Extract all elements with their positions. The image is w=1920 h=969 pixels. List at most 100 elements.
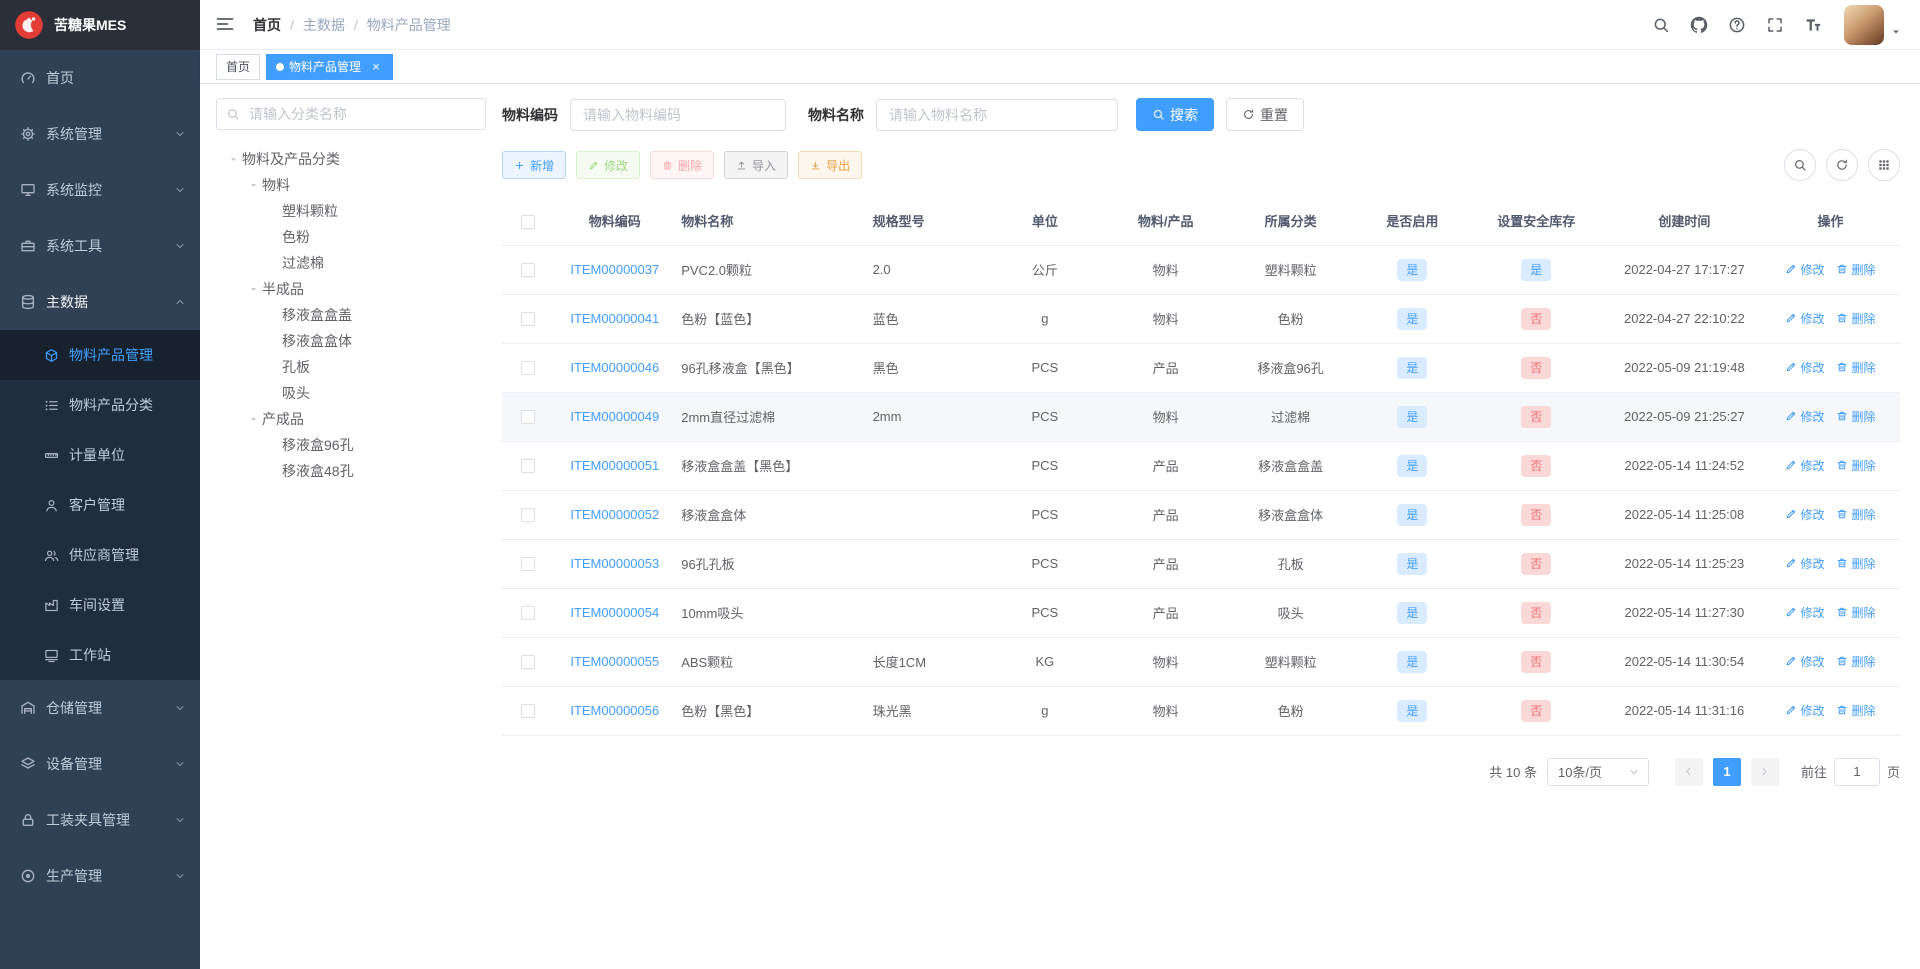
table-row[interactable]: ITEM00000053 96孔孔板 PCS 产品 孔板 是 否 2022-05-14 11:…: [502, 539, 1900, 589]
material-name-input[interactable]: [876, 98, 1118, 131]
material-code-input[interactable]: [570, 98, 786, 131]
row-edit-link[interactable]: 修改: [1785, 702, 1824, 719]
tree-node-物料[interactable]: 物料: [216, 172, 486, 198]
reset-button[interactable]: 重置: [1226, 98, 1304, 131]
breadcrumb-item[interactable]: 首页: [253, 15, 281, 35]
item-code-link[interactable]: ITEM00000053: [570, 556, 659, 571]
tree-node-移液盒盒盖[interactable]: 移液盒盒盖: [216, 302, 486, 328]
refresh-table-button[interactable]: [1826, 149, 1858, 181]
row-edit-link[interactable]: 修改: [1785, 261, 1824, 278]
table-row[interactable]: ITEM00000046 96孔移液盒【黑色】 黑色 PCS 产品 移液盒96孔 是 否 202…: [502, 343, 1900, 393]
tree-node-塑料颗粒[interactable]: 塑料颗粒: [216, 198, 486, 224]
item-code-link[interactable]: ITEM00000056: [570, 703, 659, 718]
row-checkbox[interactable]: [521, 263, 536, 278]
sidebar-subitem-物料产品管理[interactable]: 物料产品管理: [0, 330, 200, 380]
row-delete-link[interactable]: 删除: [1836, 555, 1875, 572]
goto-page-input[interactable]: [1833, 757, 1880, 786]
row-edit-link[interactable]: 修改: [1785, 310, 1824, 327]
item-code-link[interactable]: ITEM00000051: [570, 458, 659, 473]
tree-node-孔板[interactable]: 孔板: [216, 354, 486, 380]
page-1-button[interactable]: 1: [1712, 757, 1741, 786]
row-delete-link[interactable]: 删除: [1836, 359, 1875, 376]
table-row[interactable]: ITEM00000049 2mm直径过滤棉 2mm PCS 物料 过滤棉 是 否 2022-05…: [502, 392, 1900, 442]
row-delete-link[interactable]: 删除: [1836, 457, 1875, 474]
table-row[interactable]: ITEM00000037 PVC2.0颗粒 2.0 公斤 物料 塑料颗粒 是 是 2022-04…: [502, 245, 1900, 295]
tab-物料产品管理[interactable]: 物料产品管理 ×: [266, 53, 394, 80]
row-delete-link[interactable]: 删除: [1836, 653, 1875, 670]
import-button[interactable]: 导入: [724, 151, 789, 179]
row-delete-link[interactable]: 删除: [1836, 702, 1875, 719]
github-button[interactable]: [1690, 16, 1708, 34]
table-row[interactable]: ITEM00000041 色粉【蓝色】 蓝色 g 物料 色粉 是 否 2022-04-27 22…: [502, 294, 1900, 344]
breadcrumb-item[interactable]: 主数据: [303, 15, 345, 35]
item-code-link[interactable]: ITEM00000041: [570, 311, 659, 326]
delete-button[interactable]: 删除: [650, 151, 715, 179]
add-button[interactable]: 新增: [502, 151, 567, 179]
sidebar-subitem-供应商管理[interactable]: 供应商管理: [0, 530, 200, 580]
row-delete-link[interactable]: 删除: [1836, 310, 1875, 327]
row-checkbox[interactable]: [521, 655, 536, 670]
item-code-link[interactable]: ITEM00000049: [570, 409, 659, 424]
logo-bar[interactable]: 苦糖果MES: [0, 0, 200, 50]
sidebar-item-工装夹具管理[interactable]: 工装夹具管理: [0, 792, 200, 848]
column-settings-button[interactable]: [1868, 149, 1900, 181]
search-button[interactable]: 搜索: [1136, 98, 1214, 131]
sidebar-subitem-计量单位[interactable]: 计量单位: [0, 430, 200, 480]
prev-page-button[interactable]: [1674, 757, 1703, 786]
sidebar-subitem-车间设置[interactable]: 车间设置: [0, 580, 200, 630]
row-delete-link[interactable]: 删除: [1836, 408, 1875, 425]
tree-node-色粉[interactable]: 色粉: [216, 224, 486, 250]
tree-node-半成品[interactable]: 半成品: [216, 276, 486, 302]
caret-down-icon[interactable]: [244, 280, 262, 298]
fullscreen-button[interactable]: [1766, 16, 1784, 34]
search-button[interactable]: [1652, 16, 1670, 34]
row-edit-link[interactable]: 修改: [1785, 604, 1824, 621]
sidebar-subitem-客户管理[interactable]: 客户管理: [0, 480, 200, 530]
tree-node-物料及产品分类[interactable]: 物料及产品分类: [216, 146, 486, 172]
row-delete-link[interactable]: 删除: [1836, 261, 1875, 278]
row-checkbox[interactable]: [521, 557, 536, 572]
row-edit-link[interactable]: 修改: [1785, 359, 1824, 376]
export-button[interactable]: 导出: [798, 151, 863, 179]
sidebar-item-首页[interactable]: 首页: [0, 50, 200, 106]
sidebar-toggle-button[interactable]: [215, 14, 237, 36]
row-edit-link[interactable]: 修改: [1785, 457, 1824, 474]
caret-down-icon[interactable]: [244, 410, 262, 428]
sidebar-subitem-工作站[interactable]: 工作站: [0, 630, 200, 680]
sidebar-item-设备管理[interactable]: 设备管理: [0, 736, 200, 792]
sidebar-subitem-物料产品分类[interactable]: 物料产品分类: [0, 380, 200, 430]
tree-node-产成品[interactable]: 产成品: [216, 406, 486, 432]
row-checkbox[interactable]: [521, 508, 536, 523]
item-code-link[interactable]: ITEM00000054: [570, 605, 659, 620]
sidebar-item-系统工具[interactable]: 系统工具: [0, 218, 200, 274]
table-row[interactable]: ITEM00000051 移液盒盒盖【黑色】 PCS 产品 移液盒盒盖 是 否 2022-05…: [502, 441, 1900, 491]
caret-down-icon[interactable]: [244, 176, 262, 194]
page-size-select[interactable]: 10条/页: [1546, 757, 1649, 786]
sidebar-item-系统管理[interactable]: 系统管理: [0, 106, 200, 162]
item-code-link[interactable]: ITEM00000037: [570, 262, 659, 277]
sidebar-item-系统监控[interactable]: 系统监控: [0, 162, 200, 218]
row-edit-link[interactable]: 修改: [1785, 506, 1824, 523]
tree-node-移液盒96孔[interactable]: 移液盒96孔: [216, 432, 486, 458]
next-page-button[interactable]: [1750, 757, 1779, 786]
font-size-button[interactable]: [1804, 16, 1822, 34]
table-row[interactable]: ITEM00000054 10mm吸头 PCS 产品 吸头 是 否 2022-05-14 11…: [502, 588, 1900, 638]
tree-node-移液盒盒体[interactable]: 移液盒盒体: [216, 328, 486, 354]
row-delete-link[interactable]: 删除: [1836, 604, 1875, 621]
table-row[interactable]: ITEM00000055 ABS颗粒 长度1CM KG 物料 塑料颗粒 是 否 2022-05-…: [502, 637, 1900, 687]
row-edit-link[interactable]: 修改: [1785, 408, 1824, 425]
sidebar-item-主数据[interactable]: 主数据: [0, 274, 200, 330]
item-code-link[interactable]: ITEM00000046: [570, 360, 659, 375]
table-row[interactable]: ITEM00000052 移液盒盒体 PCS 产品 移液盒盒体是否 2022-05-14 …: [502, 490, 1900, 540]
row-checkbox[interactable]: [521, 459, 536, 474]
edit-button[interactable]: 修改: [576, 151, 641, 179]
close-icon[interactable]: ×: [369, 60, 383, 74]
sidebar-item-生产管理[interactable]: 生产管理: [0, 848, 200, 904]
row-checkbox[interactable]: [521, 361, 536, 376]
user-menu[interactable]: [1844, 4, 1902, 45]
item-code-link[interactable]: ITEM00000055: [570, 654, 659, 669]
row-checkbox[interactable]: [521, 312, 536, 327]
category-search-input[interactable]: [216, 98, 486, 130]
tree-node-过滤棉[interactable]: 过滤棉: [216, 250, 486, 276]
tab-首页[interactable]: 首页: [216, 53, 261, 80]
